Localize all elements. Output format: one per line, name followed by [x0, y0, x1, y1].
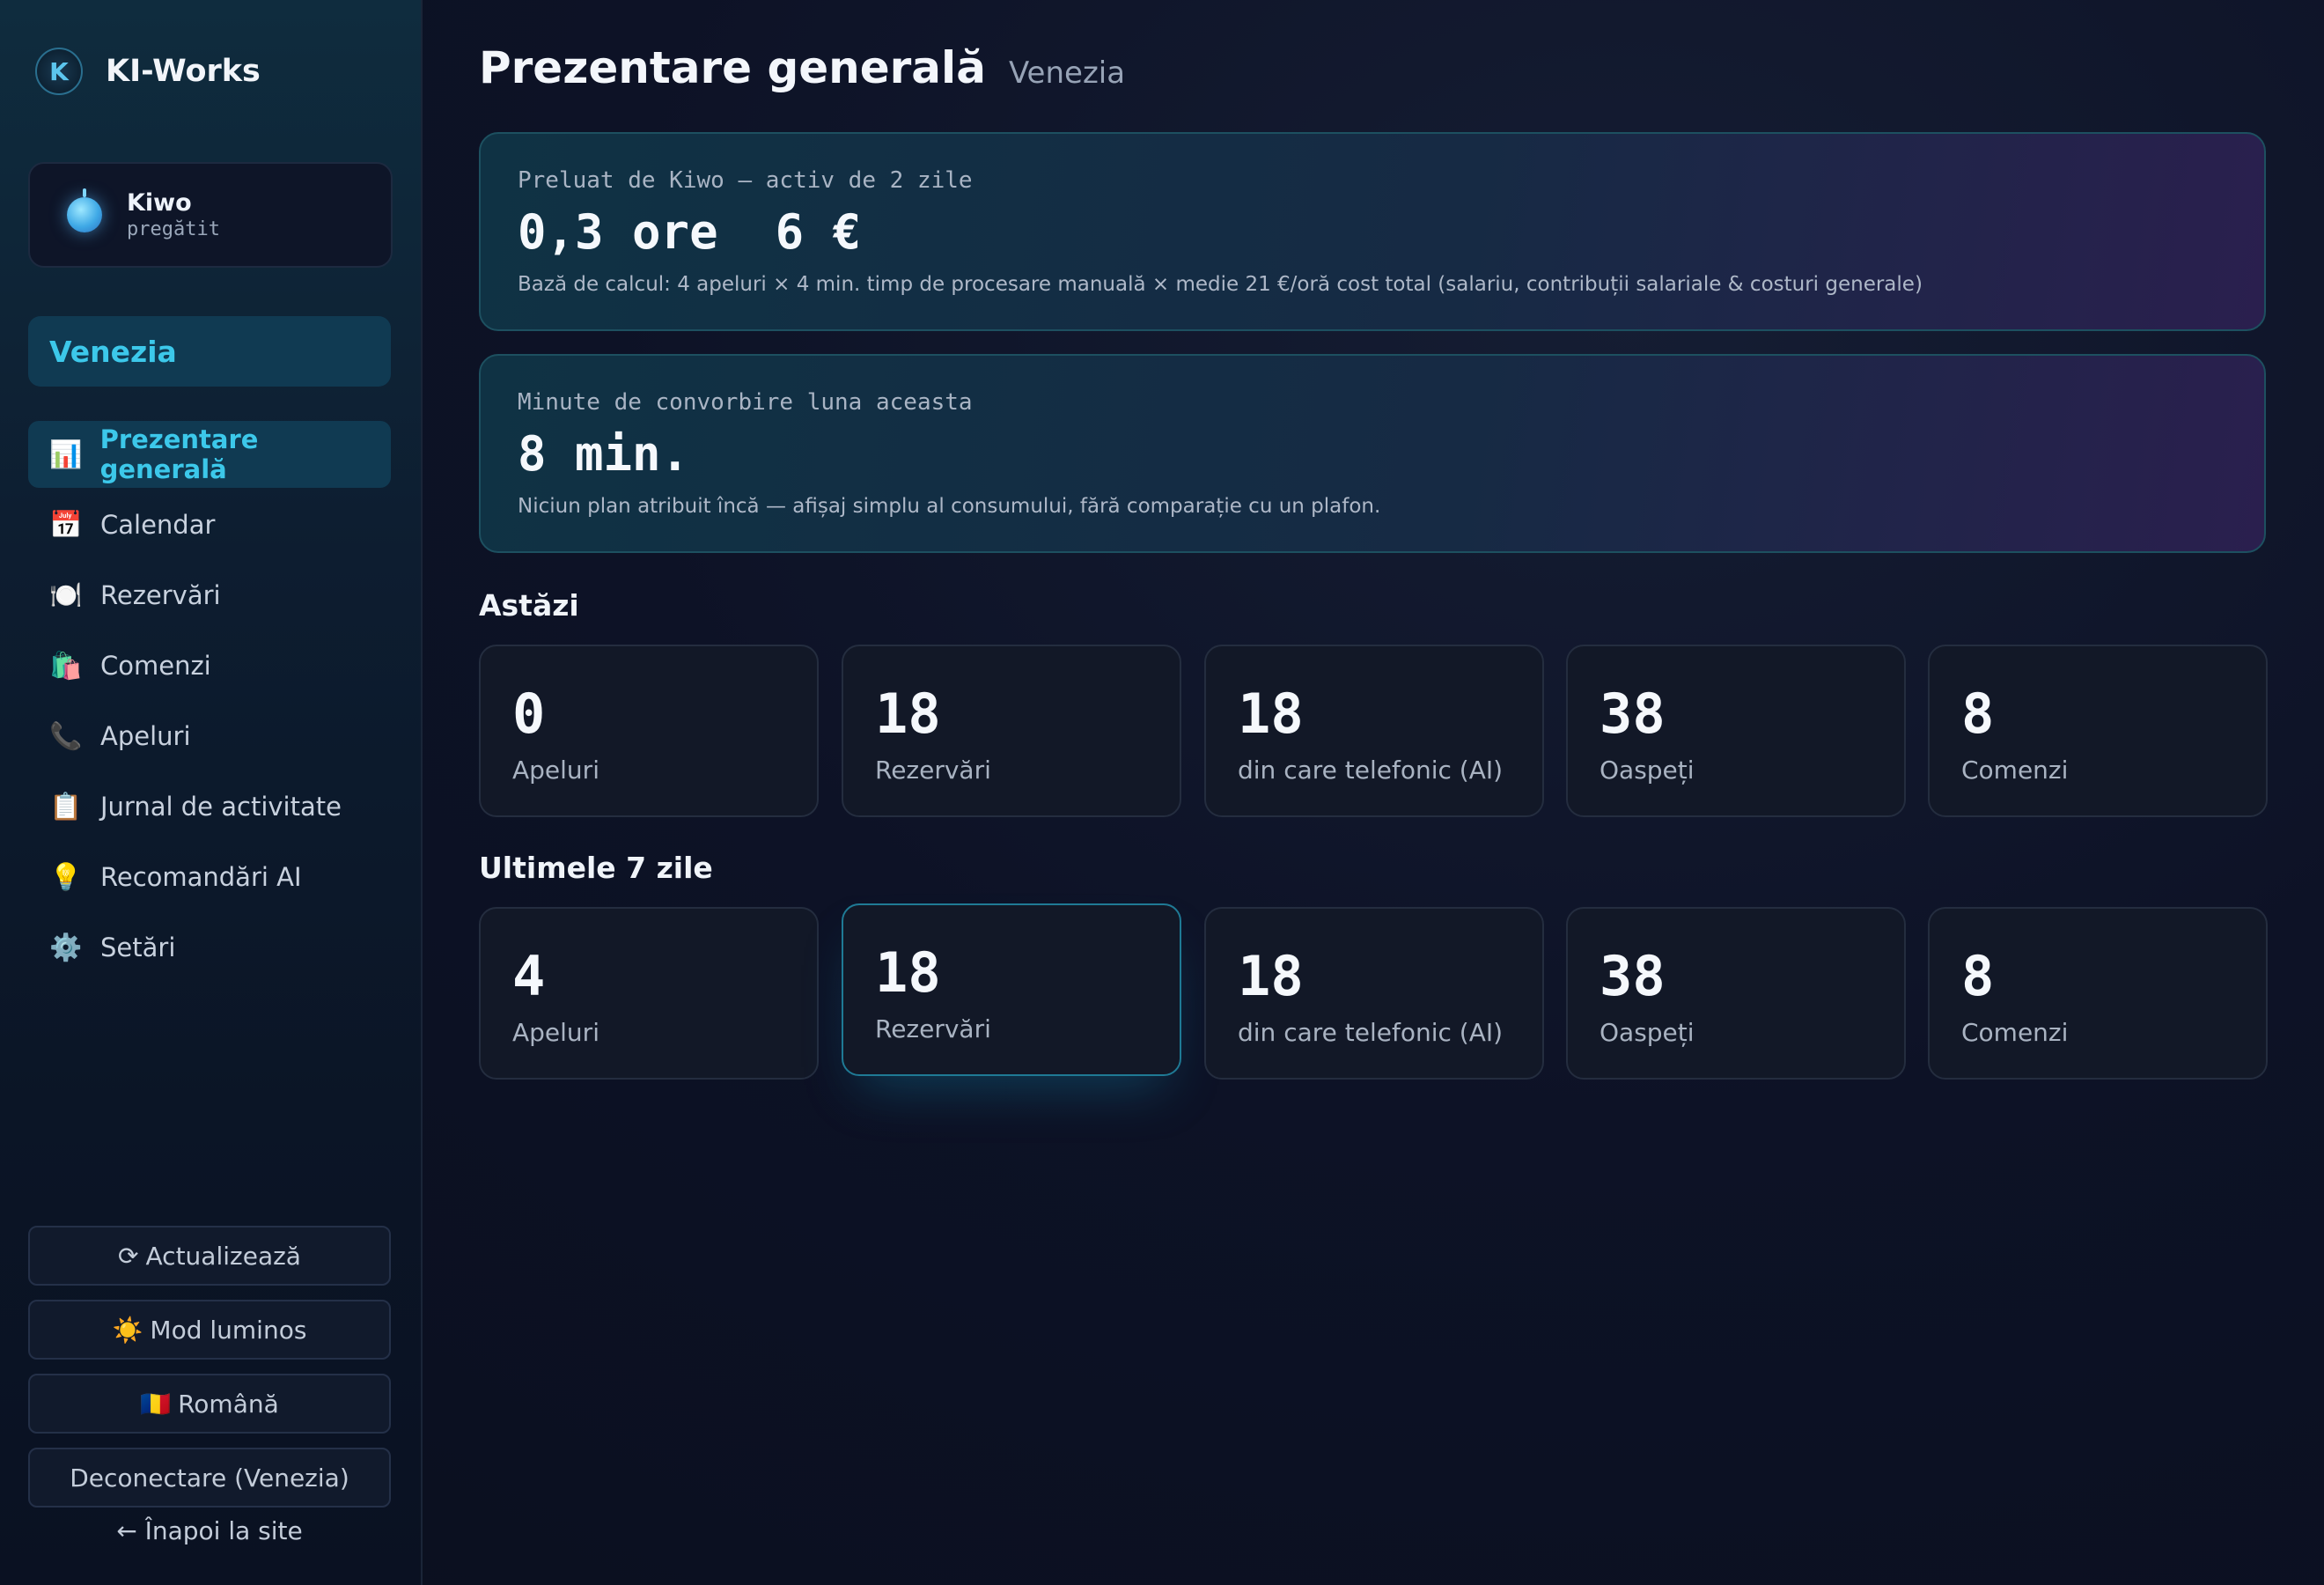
stat-label: Rezervări — [875, 1014, 991, 1043]
brand-logo-icon: K — [35, 48, 83, 95]
savings-note: Bază de calcul: 4 apeluri × 4 min. timp … — [518, 273, 1923, 296]
location-selector[interactable]: Venezia — [28, 316, 391, 387]
stat-label: Comenzi — [1961, 756, 2069, 785]
logout-button[interactable]: Deconectare (Venezia) — [28, 1448, 391, 1508]
sidebar-item-calendar[interactable]: 📅 Calendar — [28, 491, 391, 558]
language-button[interactable]: 🇷🇴 Română — [28, 1374, 391, 1434]
location-name: Venezia — [49, 334, 177, 369]
calendar-icon: 📅 — [49, 509, 83, 541]
refresh-button[interactable]: ⟳ Actualizează — [28, 1226, 391, 1286]
sidebar-item-ai-recommendations[interactable]: 💡 Recomandări AI — [28, 844, 391, 910]
savings-card: Preluat de Kiwo — activ de 2 zile 0,3 or… — [479, 132, 2266, 331]
stat-card: 18 din care telefonic (AI) — [1204, 645, 1544, 817]
page-title: Prezentare generală — [479, 42, 986, 93]
stat-card: 38 Oaspeți — [1566, 907, 1906, 1080]
light-mode-button[interactable]: ☀️ Mod luminos — [28, 1300, 391, 1360]
stat-value: 38 — [1600, 682, 1666, 746]
talk-minutes-value: 8 min. — [518, 426, 690, 482]
sidebar-item-label: Prezentare generală — [99, 424, 259, 484]
sidebar-item-label: Rezervări — [100, 580, 221, 610]
stat-card: 8 Comenzi — [1928, 645, 2268, 817]
agent-status: pregătit — [127, 218, 220, 240]
stat-card: 8 Comenzi — [1928, 907, 2268, 1080]
sidebar-item-activity-log[interactable]: 📋 Jurnal de activitate — [28, 773, 391, 840]
talk-minutes-label: Minute de convorbire luna aceasta — [518, 389, 973, 416]
sidebar-item-reservations[interactable]: 🍽️ Rezervări — [28, 562, 391, 629]
light-mode-label: Mod luminos — [150, 1315, 307, 1345]
stat-label: Apeluri — [512, 756, 599, 785]
sidebar-item-overview[interactable]: 📊 Prezentare generală — [28, 421, 391, 488]
agent-name: Kiwo — [127, 189, 192, 217]
stat-value: 18 — [875, 940, 941, 1005]
sidebar-item-orders[interactable]: 🛍️ Comenzi — [28, 632, 391, 699]
sidebar-item-label: Jurnal de activitate — [100, 792, 342, 822]
savings-value: 0,3 ore 6 € — [518, 204, 862, 260]
sidebar: K KI-Works Kiwo pregătit Venezia 📊 Preze… — [0, 0, 423, 1585]
sidebar-item-label: Calendar — [100, 510, 216, 540]
brand[interactable]: K KI-Works — [35, 48, 261, 95]
stat-card: 0 Apeluri — [479, 645, 819, 817]
stat-value: 8 — [1961, 944, 1995, 1008]
sidebar-item-label: Setări — [100, 933, 176, 962]
page-subtitle: Venezia — [1008, 55, 1126, 91]
plate-cutlery-icon: 🍽️ — [49, 579, 83, 611]
stat-value: 0 — [512, 682, 546, 746]
stat-label: Comenzi — [1961, 1018, 2069, 1047]
phone-icon: 📞 — [49, 720, 83, 752]
stat-value: 18 — [1238, 682, 1304, 746]
sun-icon: ☀️ — [112, 1315, 143, 1345]
stat-label: Apeluri — [512, 1018, 599, 1047]
refresh-icon: ⟳ — [118, 1241, 139, 1271]
stat-card: 38 Oaspeți — [1566, 645, 1906, 817]
robot-avatar-icon — [67, 188, 102, 232]
stat-label: din care telefonic (AI) — [1238, 1018, 1504, 1047]
sidebar-item-label: Recomandări AI — [100, 862, 302, 892]
language-label: Română — [178, 1389, 279, 1419]
stat-card: 18 Rezervări — [842, 645, 1181, 817]
stat-value: 18 — [1238, 944, 1304, 1008]
sidebar-item-label: Comenzi — [100, 651, 211, 681]
bar-chart-icon: 📊 — [49, 439, 83, 470]
brand-name: KI-Works — [106, 54, 261, 89]
savings-label: Preluat de Kiwo — activ de 2 zile — [518, 167, 973, 194]
stat-value: 38 — [1600, 944, 1666, 1008]
sidebar-item-label: Apeluri — [100, 721, 191, 751]
stat-card[interactable]: 18 Rezervări — [842, 903, 1181, 1076]
stat-label: din care telefonic (AI) — [1238, 756, 1504, 785]
clipboard-icon: 📋 — [49, 791, 83, 822]
stat-label: Oaspeți — [1600, 1018, 1695, 1047]
talk-minutes-note: Niciun plan atribuit încă — afișaj simpl… — [518, 495, 1381, 518]
last-7-days-section-title: Ultimele 7 zile — [479, 851, 713, 885]
stat-value: 18 — [875, 682, 941, 746]
today-section-title: Astăzi — [479, 588, 579, 623]
shopping-bags-icon: 🛍️ — [49, 650, 83, 682]
logout-label: Deconectare (Venezia) — [70, 1463, 349, 1493]
agent-status-card: Kiwo pregătit — [28, 162, 393, 268]
refresh-label: Actualizează — [145, 1241, 301, 1271]
page-header: Prezentare generală Venezia — [479, 42, 1125, 93]
gear-icon: ⚙️ — [49, 932, 83, 963]
sidebar-nav: 📊 Prezentare generală 📅 Calendar 🍽️ Reze… — [28, 421, 391, 984]
sidebar-item-calls[interactable]: 📞 Apeluri — [28, 703, 391, 770]
stat-label: Rezervări — [875, 756, 991, 785]
stat-label: Oaspeți — [1600, 756, 1695, 785]
stat-value: 4 — [512, 944, 546, 1008]
back-to-site-link[interactable]: ← Înapoi la site — [28, 1516, 391, 1545]
sidebar-item-settings[interactable]: ⚙️ Setări — [28, 914, 391, 981]
stat-value: 8 — [1961, 682, 1995, 746]
stat-card: 4 Apeluri — [479, 907, 819, 1080]
romania-flag-icon: 🇷🇴 — [140, 1389, 172, 1419]
talk-minutes-card: Minute de convorbire luna aceasta 8 min.… — [479, 354, 2266, 553]
stat-card: 18 din care telefonic (AI) — [1204, 907, 1544, 1080]
lightbulb-icon: 💡 — [49, 861, 83, 893]
